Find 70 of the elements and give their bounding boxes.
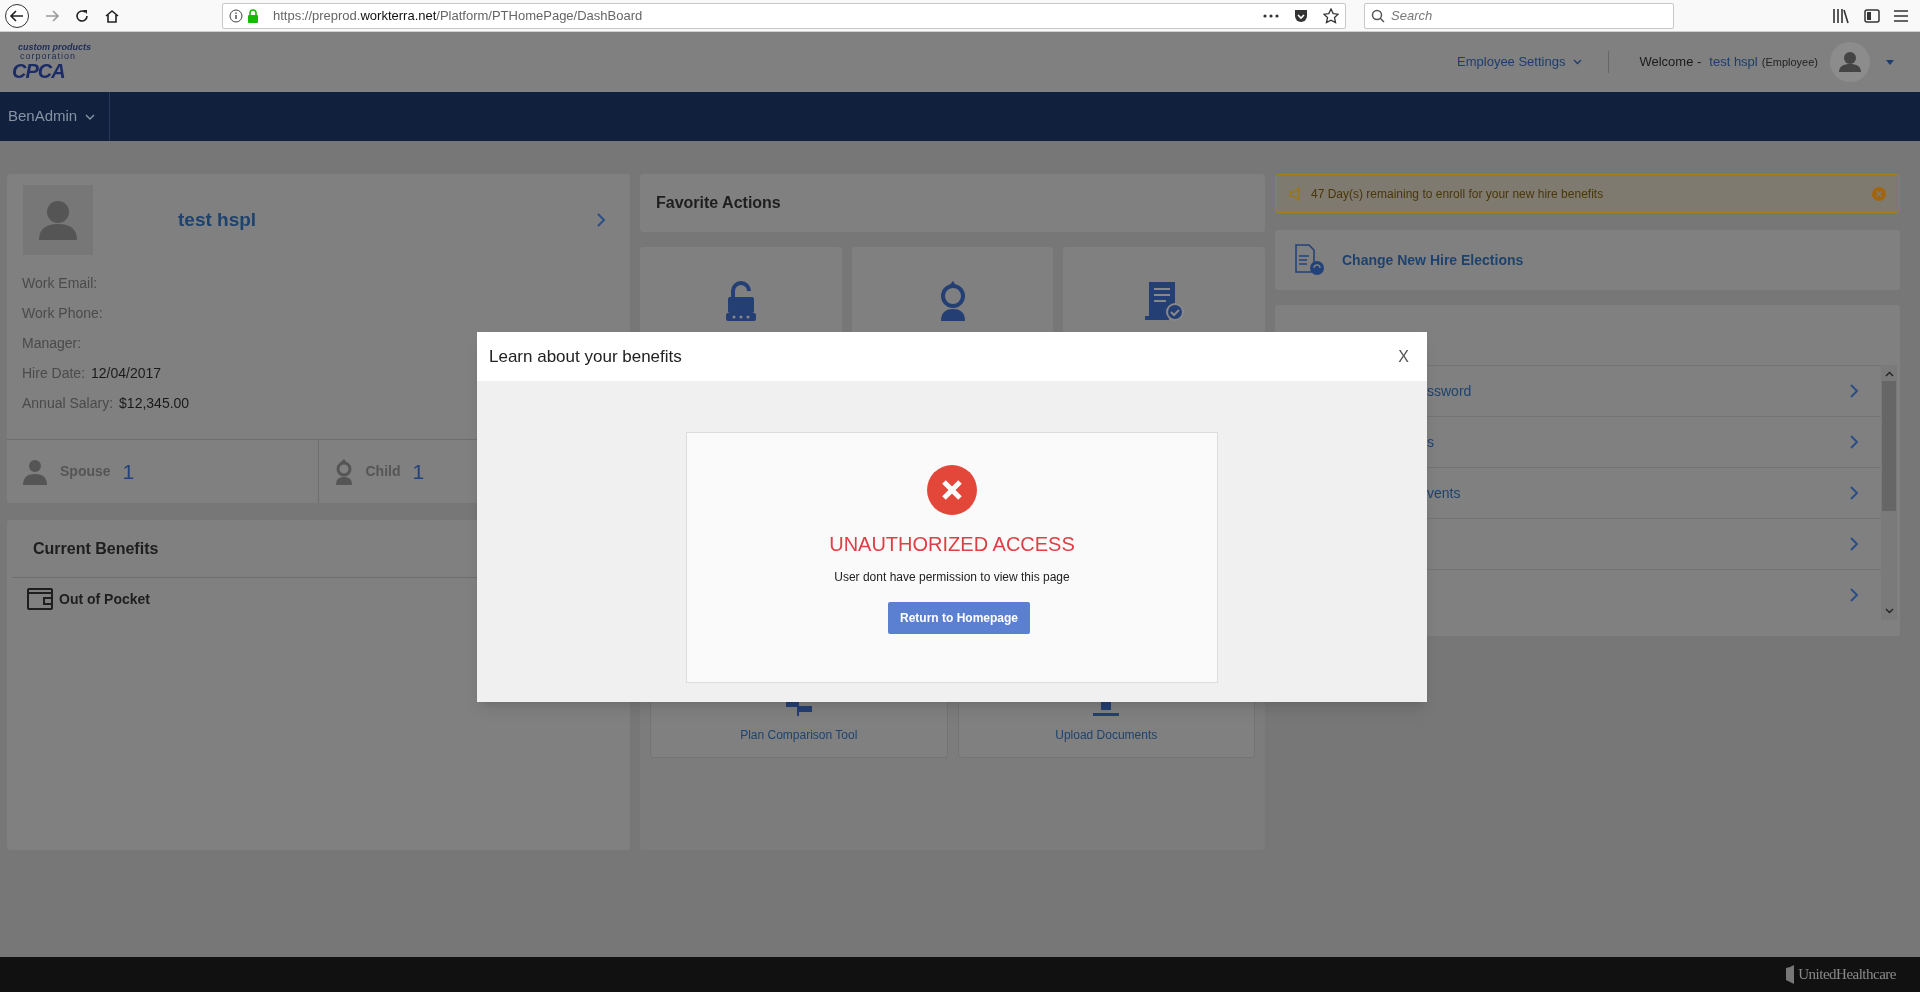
caret-icon [1573, 59, 1583, 65]
error-icon [927, 465, 977, 515]
info-icon [229, 8, 243, 23]
star-icon[interactable] [1323, 7, 1339, 24]
error-title: UNAUTHORIZED ACCESS [829, 532, 1075, 557]
search-field[interactable]: Search [1364, 2, 1674, 29]
url-field[interactable]: https://preprod.workterra.net/Platform/PTHomePage/DashBoard [222, 2, 1346, 29]
lock-icon [247, 8, 259, 23]
company-logo: custom products corporation CPCA [11, 43, 91, 81]
scroll-up-icon[interactable] [1884, 371, 1894, 377]
signpost-icon [785, 702, 812, 716]
chevron-right-icon [1849, 536, 1859, 552]
field-value: 12/04/2017 [91, 363, 162, 383]
child-icon [333, 458, 354, 485]
chevron-right-icon [1849, 434, 1859, 450]
search-icon [1371, 8, 1385, 23]
footer-brand: UnitedHealthcare [1798, 965, 1896, 985]
back-icon[interactable] [4, 2, 30, 29]
welcome-label: Welcome - [1639, 53, 1702, 72]
avatar-icon[interactable] [1830, 42, 1870, 82]
action-tile[interactable] [851, 247, 1054, 332]
employee-settings-menu[interactable]: Employee Settings [1457, 52, 1583, 72]
wallet-icon [27, 588, 53, 610]
caret-icon [85, 113, 96, 120]
document-refresh-icon [1294, 244, 1326, 276]
action-tile[interactable] [640, 247, 842, 332]
padlock-icon [723, 280, 758, 322]
upload-icon [1093, 702, 1120, 716]
home-icon[interactable] [104, 7, 120, 24]
action-tile[interactable] [1063, 247, 1265, 332]
quick-link[interactable]: ssword [1427, 380, 1472, 402]
profile-name[interactable]: test hspl [178, 205, 257, 235]
caret-icon[interactable] [1886, 59, 1894, 65]
scroll-down-icon[interactable] [1884, 608, 1894, 614]
benadmin-menu[interactable]: BenAdmin [0, 92, 111, 141]
field-value: $12,345.00 [119, 393, 190, 413]
chevron-right-icon [1849, 587, 1859, 603]
forward-icon[interactable] [44, 7, 60, 24]
scrollbar[interactable] [1881, 365, 1897, 620]
user-name: test hspl [1709, 53, 1758, 72]
brand-mark-icon [1785, 964, 1796, 985]
chevron-right-icon [1849, 485, 1859, 501]
document-check-icon [1143, 280, 1186, 322]
error-message: User dont have permission to view this page [834, 569, 1070, 586]
menu-icon[interactable] [1894, 9, 1908, 22]
quick-link[interactable]: s [1427, 431, 1434, 453]
modal-title: Learn about your benefits [489, 345, 682, 368]
megaphone-icon [1289, 186, 1303, 201]
card-title: Current Benefits [33, 538, 159, 559]
sidebar-icon[interactable] [1864, 8, 1880, 23]
close-button[interactable]: X [1398, 344, 1409, 369]
benefit-item[interactable]: Out of Pocket [59, 588, 150, 610]
pocket-icon[interactable] [1293, 7, 1309, 24]
card-title: Favorite Actions [656, 193, 781, 213]
person-icon [22, 458, 48, 485]
new-hire-link[interactable]: Change New Hire Elections [1342, 249, 1524, 271]
person-icon [38, 200, 78, 240]
reload-icon[interactable] [74, 7, 90, 24]
dependent-count: 1 [122, 458, 135, 485]
dependent-count: 1 [412, 458, 425, 485]
user-role: (Employee) [1761, 54, 1818, 70]
enrollment-alert: 47 Day(s) remaining to enroll for your new hire benefits [1275, 174, 1900, 213]
action-tile[interactable]: Plan Comparison Tool [650, 702, 948, 758]
chevron-right-icon [1849, 383, 1859, 399]
quick-link[interactable]: vents [1427, 482, 1461, 504]
library-icon[interactable] [1832, 7, 1850, 24]
more-icon[interactable] [1263, 13, 1279, 18]
chevron-right-icon [596, 212, 606, 228]
return-home-button[interactable]: Return to Homepage [888, 602, 1030, 634]
action-tile[interactable]: Upload Documents [957, 702, 1255, 758]
